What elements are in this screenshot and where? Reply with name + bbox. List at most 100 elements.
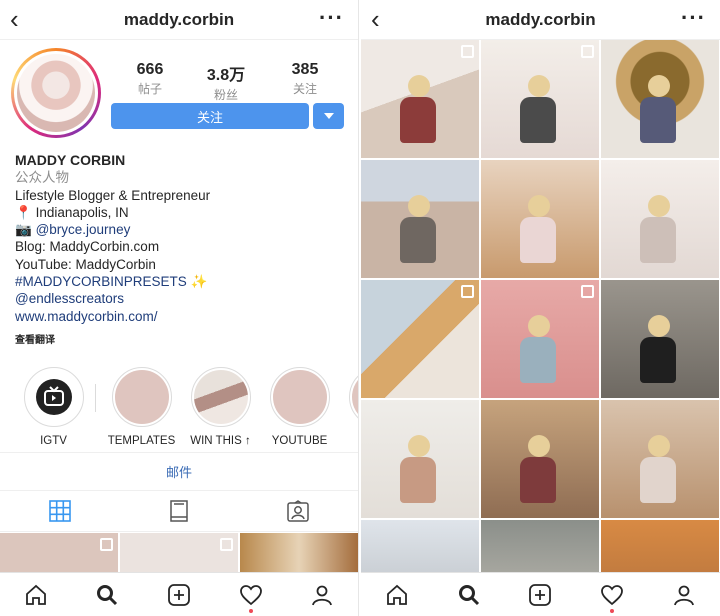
chevron-down-icon: [323, 113, 334, 119]
tagged-icon: [287, 500, 310, 522]
divider: [95, 384, 96, 412]
highlight-templates[interactable]: TEMPLATES: [102, 367, 181, 447]
search-icon: [458, 584, 479, 605]
camera-icon: 📷: [15, 222, 32, 238]
suggestions-dropdown-button[interactable]: [313, 103, 344, 129]
home-icon: [25, 584, 46, 605]
nav-profile[interactable]: [307, 580, 337, 610]
heart-icon: [601, 584, 624, 605]
profile-icon: [674, 585, 694, 605]
email-button[interactable]: 邮件: [0, 452, 358, 490]
nav-profile[interactable]: [669, 580, 699, 610]
avatar-photo: [17, 54, 95, 132]
search-icon: [97, 584, 118, 605]
bio-youtube: YouTube: MaddyCorbin: [15, 256, 156, 272]
nav-new-post[interactable]: [164, 580, 194, 610]
heart-icon: [239, 584, 262, 605]
profile-name: MADDY CORBIN: [15, 152, 126, 168]
nav-home[interactable]: [382, 580, 412, 610]
post-thumbnail[interactable]: [361, 40, 479, 158]
sparkles-icon: ✨: [190, 274, 208, 290]
highlight-label: L: [339, 435, 358, 447]
bottom-nav: [0, 572, 358, 616]
back-icon[interactable]: ‹: [10, 6, 19, 32]
highlight-youtube[interactable]: YOUTUBE: [260, 367, 339, 447]
stat-posts-value: 666: [136, 61, 164, 78]
highlight-win-this[interactable]: WIN THIS ↑: [181, 367, 260, 447]
nav-search[interactable]: [454, 580, 484, 610]
nav-activity[interactable]: [236, 580, 266, 613]
story-highlights: IGTV TEMPLATES WIN THIS ↑ YOUTUBE L: [14, 367, 358, 447]
multiple-photos-icon: [581, 45, 594, 58]
multiple-photos-icon: [220, 538, 233, 551]
stat-following[interactable]: 385 关注: [265, 61, 345, 97]
nav-home[interactable]: [21, 580, 51, 610]
post-thumbnail[interactable]: [601, 400, 719, 518]
notification-dot: [248, 608, 253, 613]
tab-tagged[interactable]: [239, 491, 358, 531]
home-icon: [386, 584, 407, 605]
hashtag-link[interactable]: #MADDYCORBINPRESETS: [15, 274, 187, 289]
more-options-icon[interactable]: ···: [681, 5, 706, 31]
mention-link[interactable]: @endlesscreators: [15, 290, 345, 307]
nav-new-post[interactable]: [525, 580, 555, 610]
post-thumbnail[interactable]: [601, 160, 719, 278]
post-thumbnail[interactable]: [481, 40, 599, 158]
nav-search[interactable]: [92, 580, 122, 610]
bio-hashtag-line: #MADDYCORBINPRESETS ✨: [15, 273, 345, 290]
website-link[interactable]: www.maddycorbin.com/: [15, 308, 345, 325]
top-bar: ‹ maddy.corbin ···: [0, 0, 358, 40]
multiple-photos-icon: [461, 45, 474, 58]
post-thumbnail[interactable]: [361, 280, 479, 398]
post-thumbnail[interactable]: [0, 533, 118, 573]
stat-followers-label: 粉丝: [213, 88, 238, 102]
highlight-label: IGTV: [40, 435, 67, 447]
more-options-icon[interactable]: ···: [319, 5, 344, 31]
bio: MADDY CORBIN 公众人物 Lifestyle Blogger & En…: [15, 152, 345, 349]
photographer-link[interactable]: @bryce.journey: [36, 222, 131, 237]
pin-icon: 📍: [15, 204, 32, 220]
bottom-nav: [361, 572, 720, 616]
post-grid-preview: [0, 533, 358, 573]
tab-igtv[interactable]: [119, 491, 238, 531]
profile-username: maddy.corbin: [485, 9, 596, 29]
profile-tabs: [0, 490, 358, 532]
igtv-tab-icon: [170, 500, 188, 522]
profile-screen: ‹ maddy.corbin ··· 666 帖子 3.8万 粉丝 385 关注…: [0, 0, 359, 616]
highlight-label: WIN THIS ↑: [190, 435, 251, 447]
post-grid: [361, 40, 720, 616]
post-thumbnail[interactable]: [361, 400, 479, 518]
igtv-icon: [35, 379, 72, 415]
post-thumbnail[interactable]: [481, 400, 599, 518]
see-translation-link[interactable]: 查看翻译: [15, 332, 345, 349]
stat-following-label: 关注: [292, 82, 317, 96]
follow-button[interactable]: 关注: [111, 103, 309, 129]
profile-category: 公众人物: [15, 170, 69, 186]
stat-posts[interactable]: 666 帖子: [110, 61, 190, 97]
post-thumbnail[interactable]: [601, 280, 719, 398]
stat-followers[interactable]: 3.8万 粉丝: [186, 61, 266, 103]
posts-screen: ‹ maddy.corbin ···: [361, 0, 720, 616]
add-post-icon: [529, 583, 552, 606]
post-thumbnail[interactable]: [481, 160, 599, 278]
stat-followers-value: 3.8万: [206, 67, 246, 84]
post-thumbnail[interactable]: [240, 533, 358, 573]
tab-grid[interactable]: [0, 491, 119, 531]
top-bar: ‹ maddy.corbin ···: [361, 0, 720, 40]
post-thumbnail[interactable]: [361, 160, 479, 278]
post-thumbnail[interactable]: [481, 280, 599, 398]
post-thumbnail[interactable]: [601, 40, 719, 158]
bio-blog: Blog: MaddyCorbin.com: [15, 239, 160, 255]
post-thumbnail[interactable]: [120, 533, 238, 573]
highlight-label: YOUTUBE: [271, 435, 328, 447]
highlight-igtv[interactable]: IGTV: [14, 367, 93, 447]
multiple-photos-icon: [100, 538, 113, 551]
grid-icon: [48, 500, 71, 522]
highlight-partial[interactable]: L: [339, 367, 358, 447]
nav-activity[interactable]: [597, 580, 627, 613]
avatar[interactable]: [11, 48, 101, 138]
bio-location: 📍 Indianapolis, IN: [15, 204, 345, 221]
back-icon[interactable]: ‹: [371, 6, 380, 32]
add-post-icon: [168, 583, 190, 606]
stat-posts-label: 帖子: [137, 82, 162, 96]
